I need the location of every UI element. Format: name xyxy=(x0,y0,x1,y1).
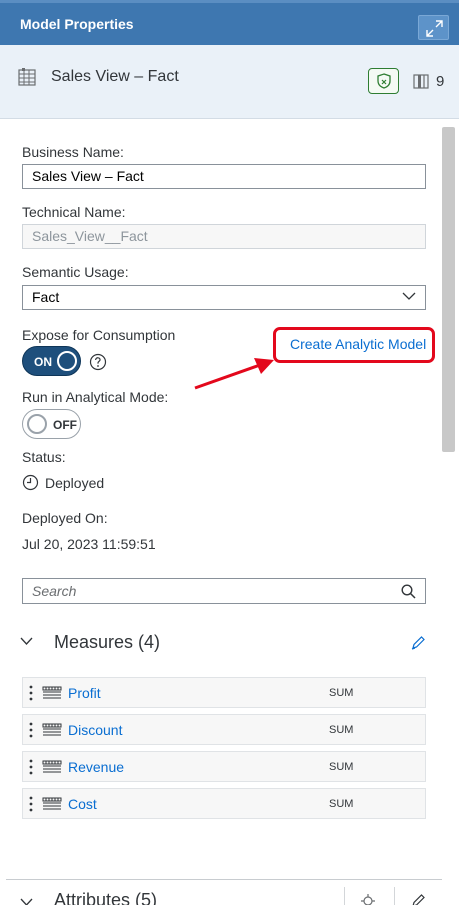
create-analytic-model-link[interactable]: Create Analytic Model xyxy=(290,336,426,352)
attributes-section-title[interactable]: Attributes (5) xyxy=(54,890,157,905)
scrollbar[interactable] xyxy=(442,127,455,452)
search-field[interactable] xyxy=(22,578,426,604)
deployed-on-value: Jul 20, 2023 11:59:51 xyxy=(22,536,156,552)
technical-name-label: Technical Name: xyxy=(22,204,126,220)
toggle-knob xyxy=(57,351,77,371)
deployed-on-label: Deployed On: xyxy=(22,510,108,526)
object-header: Sales View – Fact 9 xyxy=(0,45,459,119)
drag-handle-icon[interactable] xyxy=(29,722,33,738)
measure-name: Discount xyxy=(68,722,123,738)
semantic-usage-value: Fact xyxy=(32,289,60,305)
business-name-input[interactable]: Sales View – Fact xyxy=(22,164,426,189)
measure-icon xyxy=(42,797,62,810)
expose-label: Expose for Consumption xyxy=(22,327,176,343)
measure-icon xyxy=(42,686,62,699)
attribute-settings-icon[interactable] xyxy=(360,893,376,905)
toggle-knob xyxy=(27,414,47,434)
search-input[interactable] xyxy=(23,579,393,603)
measure-aggregation: SUM xyxy=(329,687,354,699)
chevron-down-icon[interactable] xyxy=(20,898,33,905)
measure-row[interactable]: Profit SUM xyxy=(22,677,426,708)
table-icon xyxy=(18,68,36,86)
shield-button[interactable] xyxy=(368,68,399,94)
measure-icon xyxy=(42,760,62,773)
toolbar-separator xyxy=(394,887,395,905)
status-value: Deployed xyxy=(45,475,105,491)
drag-handle-icon[interactable] xyxy=(29,759,33,775)
clock-icon xyxy=(22,474,39,491)
shield-icon xyxy=(377,73,391,89)
chevron-down-icon[interactable] xyxy=(20,637,33,646)
measure-name: Revenue xyxy=(68,759,125,775)
business-name-label: Business Name: xyxy=(22,144,124,160)
expose-toggle[interactable]: ON xyxy=(22,346,81,376)
measure-row[interactable]: Revenue SUM xyxy=(22,751,426,782)
object-title: Sales View – Fact xyxy=(51,68,179,85)
semantic-usage-select[interactable]: Fact xyxy=(22,285,426,310)
status-label: Status: xyxy=(22,449,66,465)
chevron-down-icon xyxy=(402,292,416,300)
columns-icon xyxy=(413,74,429,89)
arrow-annotation xyxy=(194,358,274,390)
analytical-mode-label: Run in Analytical Mode: xyxy=(22,389,169,405)
technical-name-input: Sales_View__Fact xyxy=(22,224,426,249)
pencil-icon[interactable] xyxy=(410,635,426,651)
analytical-mode-toggle-text: OFF xyxy=(53,418,77,432)
expand-icon xyxy=(426,20,443,37)
semantic-usage-label: Semantic Usage: xyxy=(22,264,129,280)
measure-row[interactable]: Cost SUM xyxy=(22,788,426,819)
toolbar-separator xyxy=(344,887,345,905)
pencil-icon[interactable] xyxy=(410,893,426,905)
measures-section-title[interactable]: Measures (4) xyxy=(54,632,160,653)
drag-handle-icon[interactable] xyxy=(29,685,33,701)
panel-title: Model Properties xyxy=(20,16,134,32)
drag-handle-icon[interactable] xyxy=(29,796,33,812)
search-icon[interactable] xyxy=(401,584,416,599)
measure-row[interactable]: Discount SUM xyxy=(22,714,426,745)
measure-icon xyxy=(42,723,62,736)
expose-toggle-text: ON xyxy=(34,355,52,369)
measure-name: Profit xyxy=(68,685,101,701)
section-divider xyxy=(6,879,442,880)
measure-aggregation: SUM xyxy=(329,724,354,736)
properties-content: Business Name: Sales View – Fact Technic… xyxy=(0,120,459,905)
panel-header: Model Properties xyxy=(0,0,459,45)
analytical-mode-toggle[interactable]: OFF xyxy=(22,409,81,439)
measure-aggregation: SUM xyxy=(329,761,354,773)
column-count: 9 xyxy=(436,73,445,90)
expand-button[interactable] xyxy=(418,15,449,40)
measure-name: Cost xyxy=(68,796,97,812)
help-icon[interactable] xyxy=(89,353,107,371)
measure-aggregation: SUM xyxy=(329,798,354,810)
